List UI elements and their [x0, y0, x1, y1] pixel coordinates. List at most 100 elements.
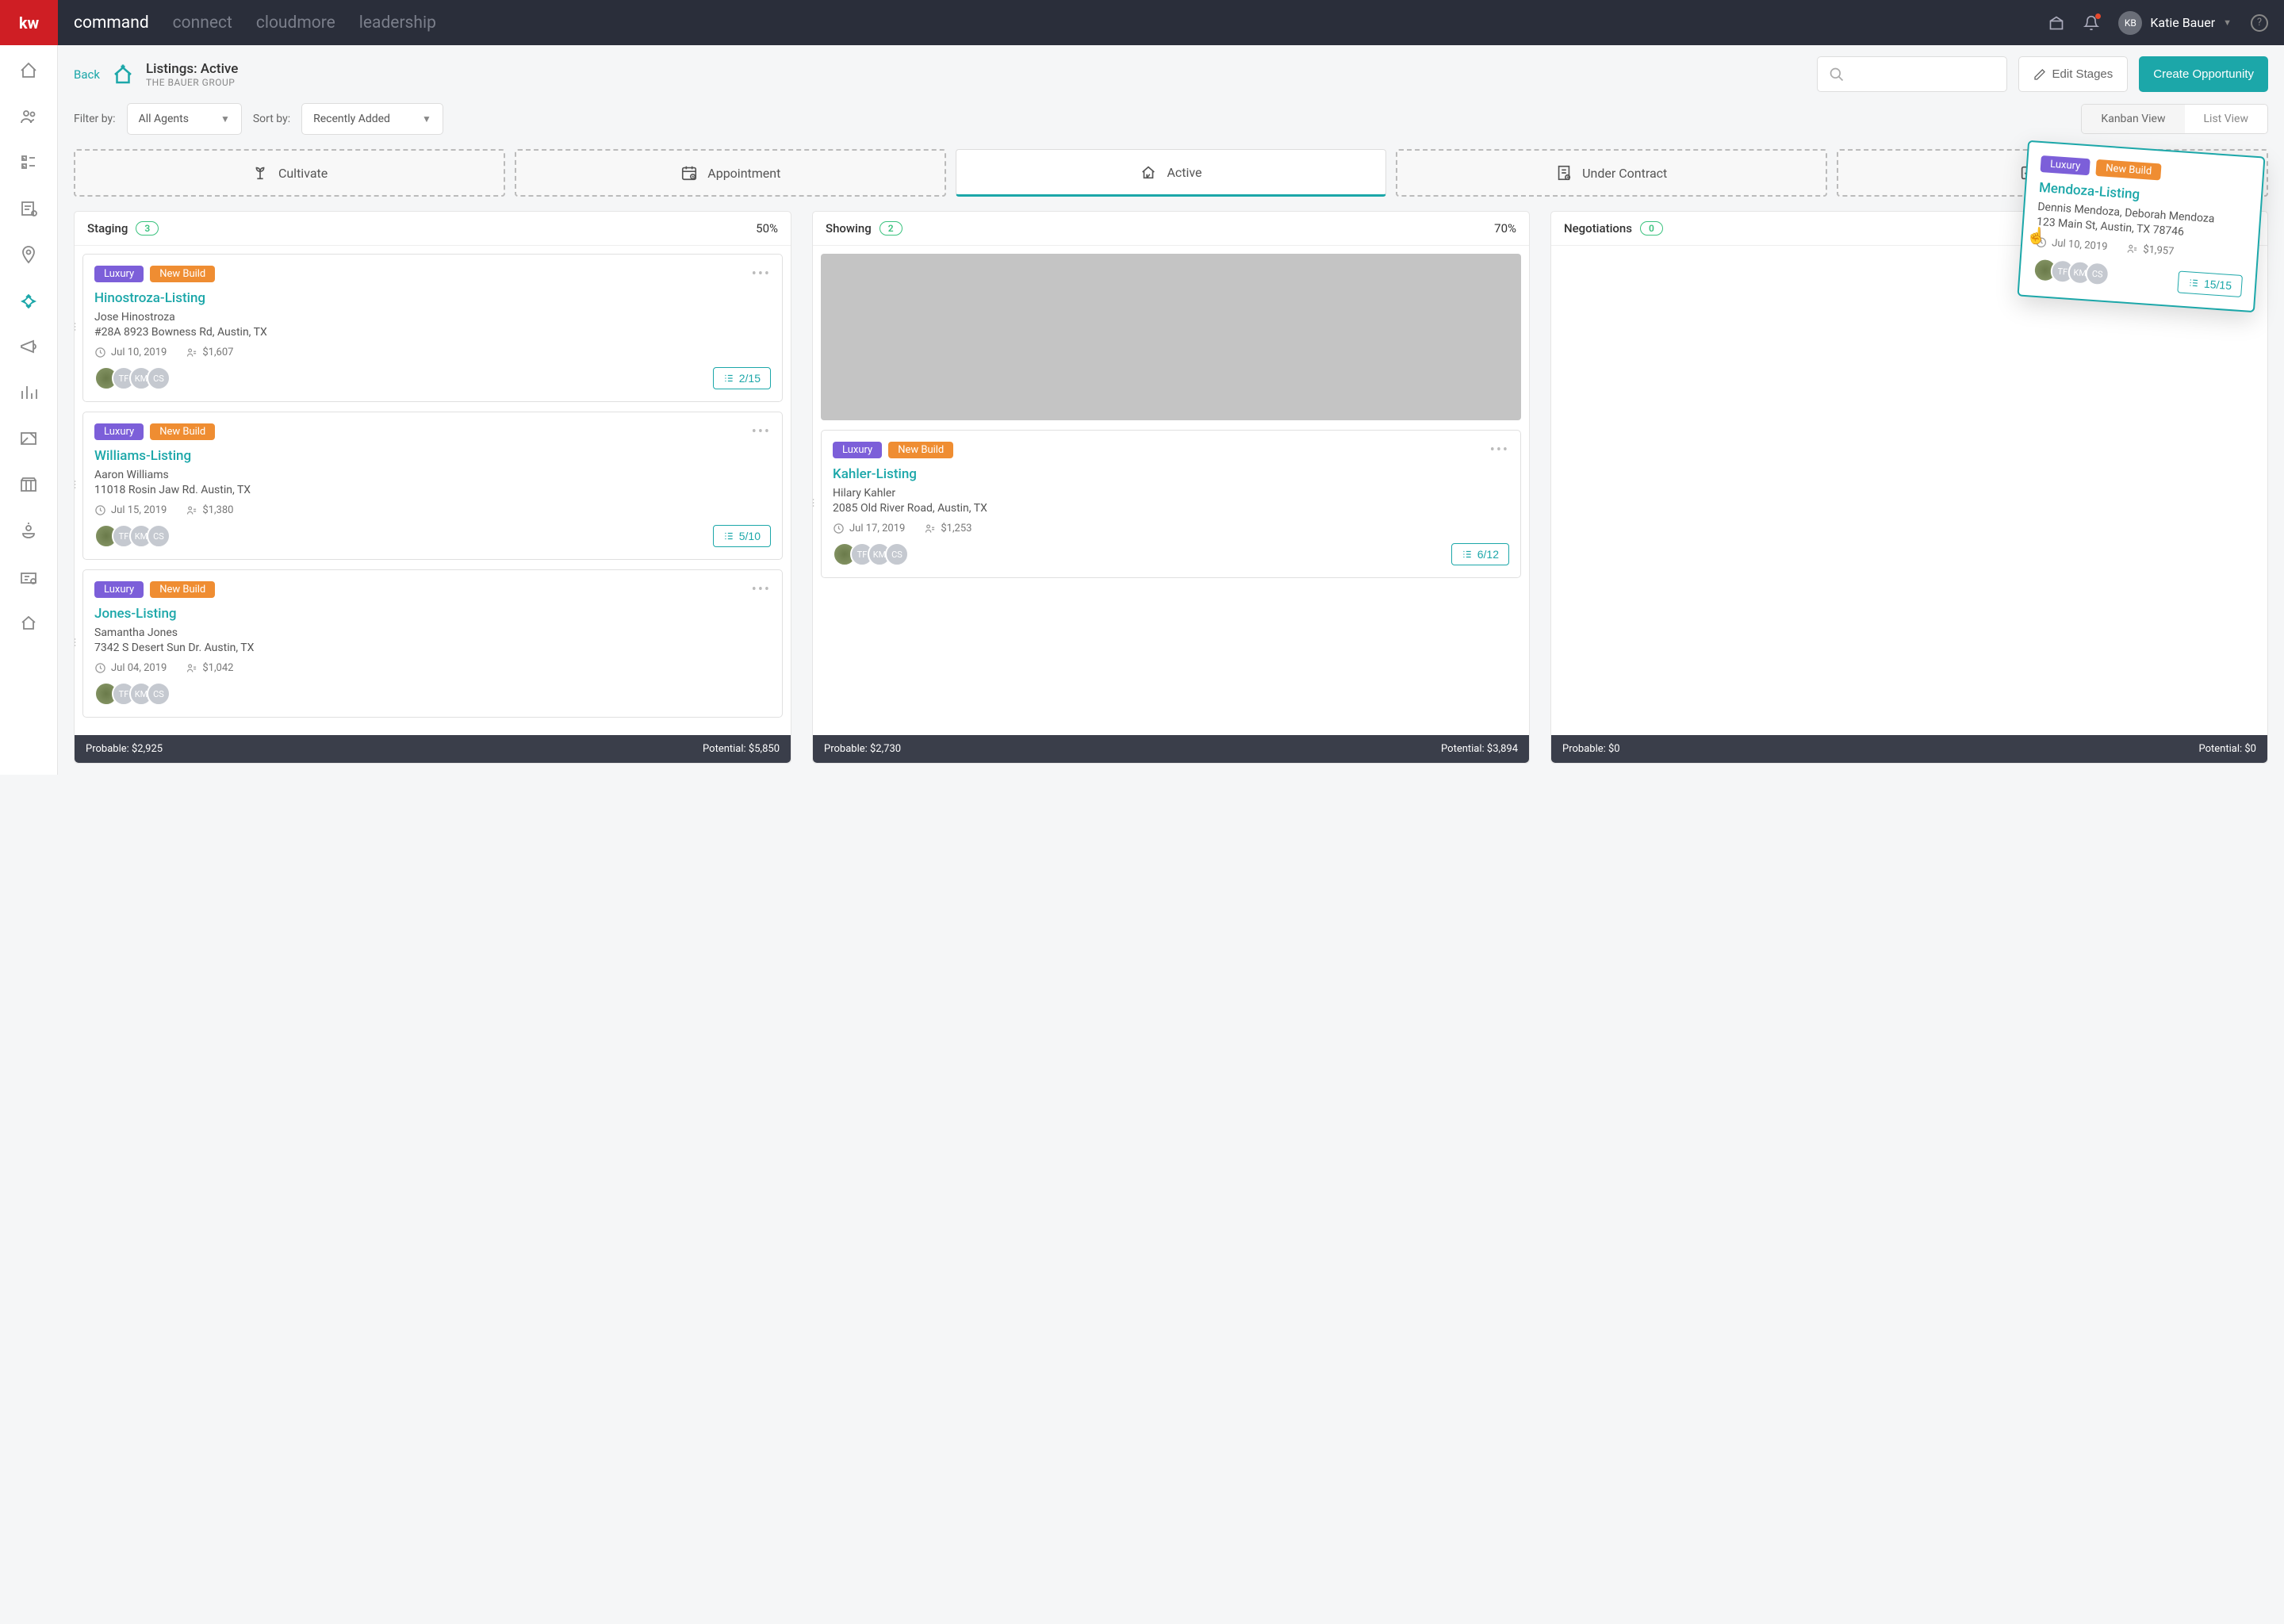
notification-icon[interactable]	[2083, 15, 2099, 31]
column-footer: Probable: $2,925 Potential: $5,850	[75, 735, 791, 763]
card-title[interactable]: Hinostroza-Listing	[94, 290, 771, 306]
stage-appointment[interactable]: Appointment	[515, 149, 946, 197]
sidebar-home[interactable]	[19, 61, 38, 80]
card-date: Jul 15, 2019	[94, 504, 167, 516]
chevron-down-icon: ▼	[422, 113, 431, 124]
sidebar-contacts[interactable]	[19, 107, 38, 126]
chevron-down-icon: ▼	[220, 113, 230, 124]
sidebar-campaigns[interactable]	[19, 337, 38, 356]
checklist-button[interactable]: 2/15	[713, 367, 771, 389]
chevron-down-icon: ▼	[2223, 17, 2232, 28]
card-client: Jose Hinostroza	[94, 311, 771, 324]
card-price: $1,042	[186, 662, 233, 674]
column-potential: Potential: $5,850	[703, 743, 780, 755]
card-title[interactable]: Kahler-Listing	[833, 466, 1509, 482]
sidebar-listings[interactable]	[19, 475, 38, 494]
sidebar-smartplans[interactable]	[19, 199, 38, 218]
stage-tabs: Cultivate Appointment Active Under Contr…	[74, 149, 2268, 197]
sidebar	[0, 45, 58, 775]
stage-active[interactable]: Active	[956, 149, 1385, 197]
card-avatars: TFKMCS	[833, 542, 909, 566]
sidebar-opportunities[interactable]	[19, 291, 38, 310]
column-footer: Probable: $0 Potential: $0	[1551, 735, 2267, 763]
drag-handle-icon[interactable]: ⠿	[75, 322, 77, 335]
sidebar-reports[interactable]	[19, 383, 38, 402]
nav-cloudmore[interactable]: cloudmore	[256, 13, 335, 33]
logo[interactable]: kw	[0, 0, 58, 45]
drag-handle-icon[interactable]: ⠿	[75, 480, 77, 492]
drag-handle-icon[interactable]: ⠿	[75, 638, 77, 650]
column-probable: Probable: $2,925	[86, 743, 163, 755]
card-menu-icon[interactable]: •••	[752, 266, 771, 282]
avatar: CS	[885, 542, 909, 566]
tag-newbuild: New Build	[888, 442, 953, 458]
nav-command[interactable]: command	[74, 13, 149, 33]
checklist-button[interactable]: 15/15	[2177, 270, 2243, 297]
tag-newbuild: New Build	[150, 581, 215, 598]
sidebar-consumer[interactable]	[19, 613, 38, 632]
opportunity-card[interactable]: ⠿ Luxury New Build ••• Hinostroza-Listin…	[82, 254, 783, 402]
sort-dropdown[interactable]: Recently Added▼	[301, 103, 443, 135]
column-header: Staging 3 50%	[75, 212, 791, 246]
sidebar-map[interactable]	[19, 521, 38, 540]
listings-icon	[111, 63, 135, 86]
edit-stages-button[interactable]: Edit Stages	[2018, 56, 2129, 92]
nav-leadership[interactable]: leadership	[359, 13, 436, 33]
stage-cultivate[interactable]: Cultivate	[74, 149, 505, 197]
avatar: CS	[147, 524, 171, 548]
create-opportunity-button[interactable]: Create Opportunity	[2139, 56, 2268, 92]
column-percent: 50%	[756, 221, 778, 236]
checklist-button[interactable]: 6/12	[1451, 543, 1509, 565]
back-link[interactable]: Back	[74, 67, 100, 82]
card-price: $1,957	[2126, 243, 2175, 258]
opportunity-card[interactable]: ⠿ Luxury New Build ••• Kahler-Listing Hi…	[821, 430, 1521, 578]
user-avatar: KB	[2118, 11, 2142, 35]
card-client: Hilary Kahler	[833, 487, 1509, 500]
card-avatars: TFKMCS	[94, 524, 171, 548]
sidebar-tasks[interactable]	[19, 153, 38, 172]
column-title: Negotiations	[1564, 221, 1632, 236]
card-title[interactable]: Williams-Listing	[94, 448, 771, 464]
card-title[interactable]: Jones-Listing	[94, 606, 771, 622]
nav-connect[interactable]: connect	[173, 13, 232, 33]
tag-luxury: Luxury	[833, 442, 882, 458]
card-menu-icon[interactable]: •••	[752, 423, 771, 440]
market-icon[interactable]	[2048, 15, 2064, 31]
nav-links: command connect cloudmore leadership	[74, 13, 2048, 33]
sidebar-location[interactable]	[19, 245, 38, 264]
tag-luxury: Luxury	[94, 423, 144, 440]
checklist-button[interactable]: 5/10	[713, 525, 771, 547]
user-name: Katie Bauer	[2150, 15, 2215, 30]
card-menu-icon[interactable]: •••	[752, 581, 771, 598]
sidebar-referrals[interactable]	[19, 567, 38, 586]
page-header: Back Listings: Active THE BAUER GROUP Ed…	[74, 56, 2268, 92]
user-menu[interactable]: KB Katie Bauer ▼	[2118, 11, 2232, 35]
help-icon[interactable]: ?	[2251, 14, 2268, 32]
sidebar-designs[interactable]	[19, 429, 38, 448]
column-count: 3	[136, 221, 159, 236]
opportunity-card[interactable]: ⠿ Luxury New Build ••• Williams-Listing …	[82, 412, 783, 560]
column-potential: Potential: $3,894	[1441, 743, 1518, 755]
card-avatars: TFKMCS	[94, 366, 171, 390]
opportunity-card[interactable]: ⠿ Luxury New Build ••• Jones-Listing Sam…	[82, 569, 783, 718]
stage-under-contract[interactable]: Under Contract	[1396, 149, 1827, 197]
column-percent: 70%	[1494, 221, 1516, 236]
view-toggle: Kanban View List View	[2081, 104, 2268, 134]
column-body: ⠿ Luxury New Build ••• Kahler-Listing Hi…	[813, 246, 1529, 735]
search-input[interactable]	[1817, 56, 2007, 92]
drag-handle-icon[interactable]: ⠿	[813, 498, 815, 511]
tag-newbuild: New Build	[150, 423, 215, 440]
kanban-column: Staging 3 50% ⠿ Luxury New Build ••• Hin…	[74, 211, 791, 764]
tag-luxury: Luxury	[2040, 155, 2090, 175]
tag-luxury: Luxury	[94, 581, 144, 598]
card-menu-icon[interactable]: •••	[1490, 442, 1509, 458]
sort-label: Sort by:	[253, 113, 290, 125]
dragging-card[interactable]: Luxury New Build Mendoza-Listing Dennis …	[2017, 140, 2265, 312]
card-avatars: TF KM CS	[2033, 258, 2110, 287]
column-potential: Potential: $0	[2199, 743, 2257, 755]
column-header: Showing 2 70%	[813, 212, 1529, 246]
card-date: Jul 17, 2019	[833, 523, 905, 534]
list-view-button[interactable]: List View	[2185, 105, 2268, 133]
filter-agents-dropdown[interactable]: All Agents▼	[127, 103, 242, 135]
kanban-view-button[interactable]: Kanban View	[2082, 105, 2184, 133]
